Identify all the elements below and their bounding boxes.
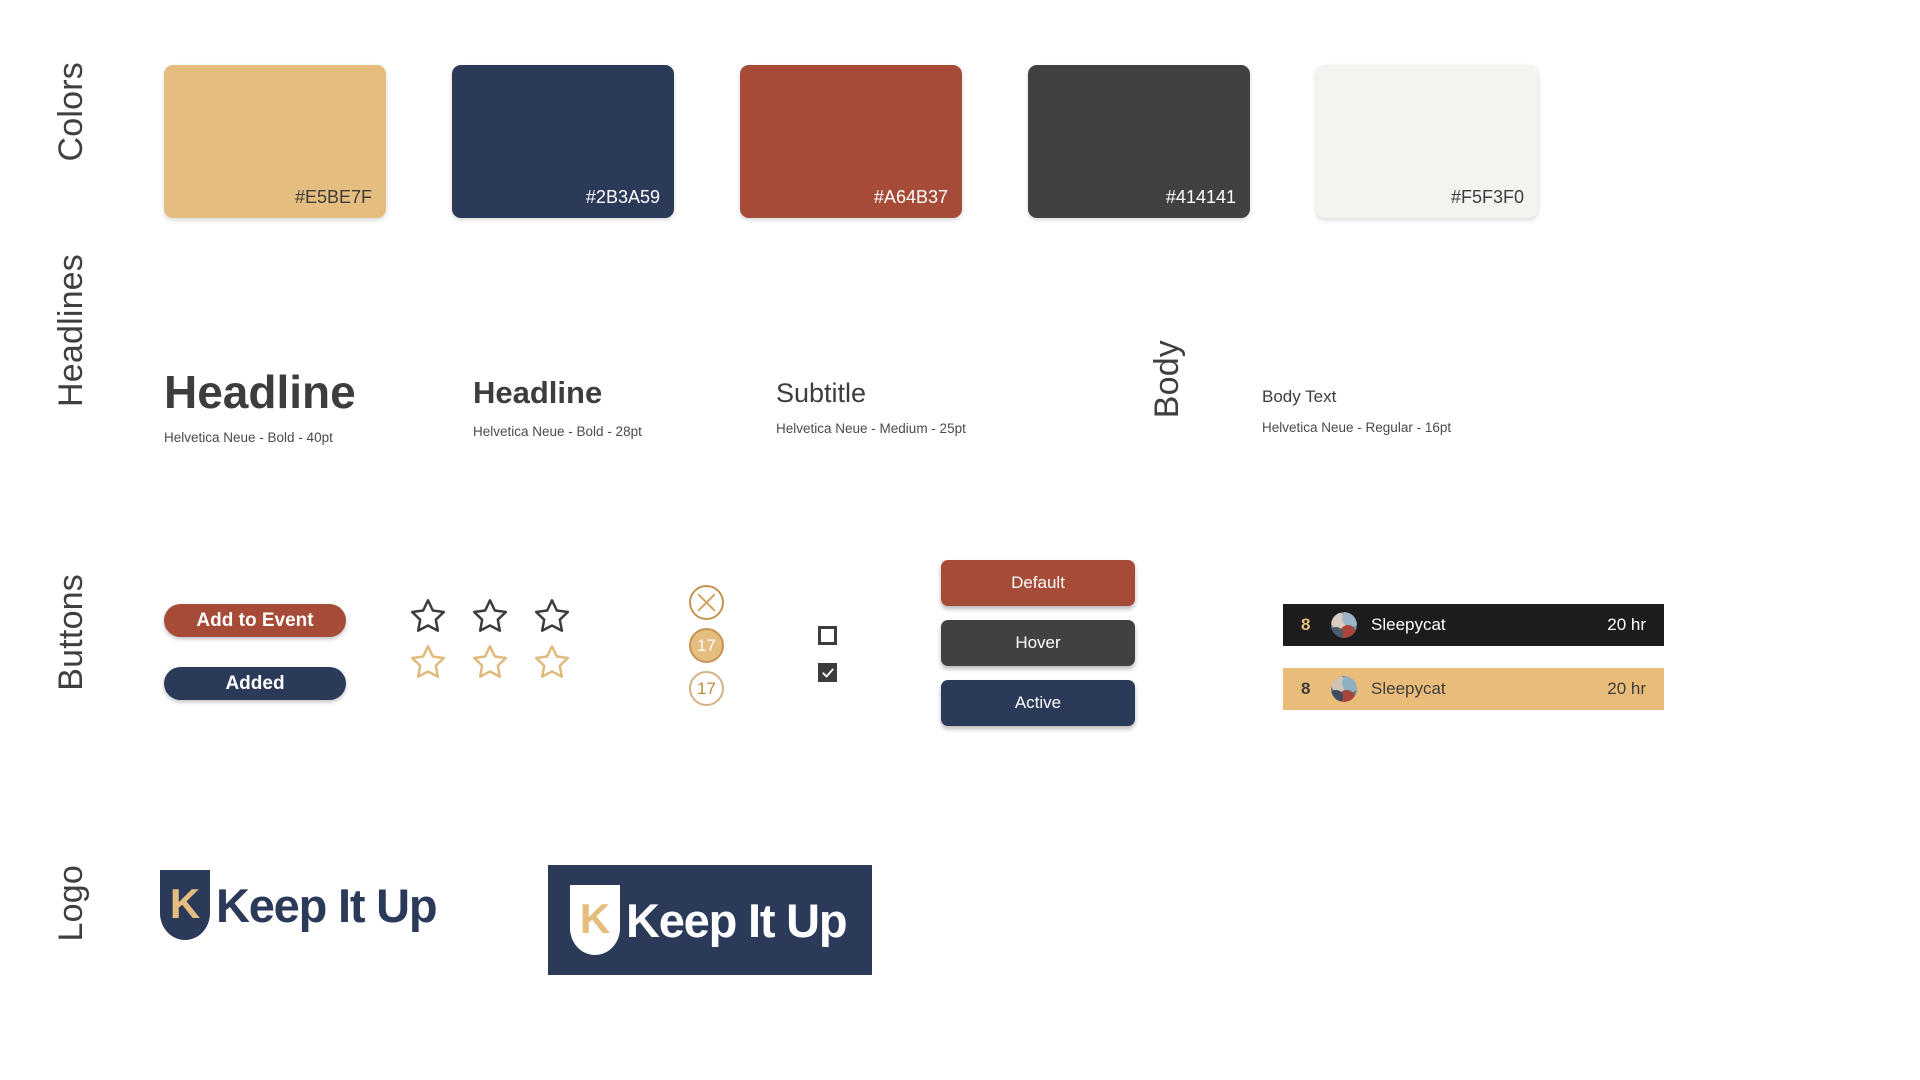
logo-wordmark: Keep It Up bbox=[216, 878, 438, 932]
color-swatch: #414141 bbox=[1028, 65, 1250, 218]
leaderboard-time: 20 hr bbox=[1607, 615, 1646, 634]
type-sample: Headline bbox=[473, 375, 603, 410]
leaderboard-row-gold[interactable]: 8 Sleepycat 20 hr bbox=[1283, 668, 1664, 710]
checkbox-unchecked[interactable] bbox=[818, 626, 837, 645]
type-spec: Helvetica Neue - Bold - 40pt bbox=[164, 430, 333, 446]
type-spec: Helvetica Neue - Medium - 25pt bbox=[776, 421, 966, 437]
star-rating-group bbox=[408, 596, 572, 682]
close-circle-icon[interactable] bbox=[689, 585, 724, 620]
leaderboard-preview: 8 Sleepycat 20 hr 8 Sleepycat 20 hr bbox=[1283, 604, 1664, 710]
star-gold-outline-icon[interactable] bbox=[408, 642, 448, 682]
counter-badge-group: 17 17 bbox=[689, 585, 724, 714]
button-state-active[interactable]: Active bbox=[941, 680, 1135, 726]
section-label-headlines: Headlines bbox=[52, 254, 90, 408]
leaderboard-rank: 8 bbox=[1301, 679, 1311, 698]
star-outline-icon[interactable] bbox=[470, 596, 510, 636]
star-gold-outline-icon[interactable] bbox=[532, 642, 572, 682]
added-button[interactable]: Added bbox=[164, 667, 346, 700]
type-specimen-subtitle-25: Subtitle Helvetica Neue - Medium - 25pt bbox=[776, 378, 966, 437]
add-to-event-button[interactable]: Add to Event bbox=[164, 604, 346, 637]
counter-badge-outline[interactable]: 17 bbox=[689, 671, 724, 706]
color-swatch: #A64B37 bbox=[740, 65, 962, 218]
star-outline-icon[interactable] bbox=[408, 596, 448, 636]
logo-inverse: K Keep It Up bbox=[548, 865, 873, 975]
logo-monogram-text: K bbox=[170, 880, 200, 927]
star-gold-outline-icon[interactable] bbox=[470, 642, 510, 682]
counter-badge-filled[interactable]: 17 bbox=[689, 628, 724, 663]
leaderboard-rank: 8 bbox=[1301, 615, 1311, 634]
star-row-gold bbox=[408, 642, 572, 682]
color-hex-label: #414141 bbox=[1165, 187, 1236, 207]
avatar-image bbox=[1331, 612, 1357, 638]
checkmark-icon bbox=[821, 668, 834, 677]
section-label-body: Body bbox=[1148, 340, 1186, 419]
avatar bbox=[1331, 676, 1357, 702]
logo-monogram-text: K bbox=[580, 895, 610, 942]
avatar bbox=[1331, 612, 1357, 638]
color-swatch: #2B3A59 bbox=[452, 65, 674, 218]
color-swatch: #F5F3F0 bbox=[1316, 65, 1538, 218]
color-hex-label: #E5BE7F bbox=[294, 187, 372, 207]
leaderboard-time: 20 hr bbox=[1607, 679, 1646, 698]
logo-primary: K Keep It Up bbox=[158, 868, 438, 942]
type-specimen-body-16: Body Text Helvetica Neue - Regular - 16p… bbox=[1262, 388, 1451, 435]
type-specimen-headline-40: Headline Helvetica Neue - Bold - 40pt bbox=[164, 366, 356, 446]
star-row-empty bbox=[408, 596, 572, 636]
style-guide-canvas: Colors Headlines Body Buttons Logo #E5BE… bbox=[0, 0, 1920, 1080]
leaderboard-name: Sleepycat bbox=[1371, 615, 1446, 634]
color-hex-label: #2B3A59 bbox=[585, 187, 660, 207]
avatar-image bbox=[1331, 676, 1357, 702]
color-hex-label: #F5F3F0 bbox=[1450, 187, 1524, 207]
color-swatch-row: #E5BE7F #2B3A59 #A64B37 #414141 #F5F3F0 bbox=[164, 65, 1538, 218]
button-state-hover[interactable]: Hover bbox=[941, 620, 1135, 666]
leaderboard-row-dark[interactable]: 8 Sleepycat 20 hr bbox=[1283, 604, 1664, 646]
color-swatch: #E5BE7F bbox=[164, 65, 386, 218]
checkbox-group bbox=[818, 626, 837, 700]
section-label-logo: Logo bbox=[52, 865, 90, 942]
type-specimen-headline-28: Headline Helvetica Neue - Bold - 28pt bbox=[473, 375, 642, 439]
type-spec: Helvetica Neue - Regular - 16pt bbox=[1262, 419, 1452, 435]
logo-wordmark: Keep It Up bbox=[626, 893, 848, 947]
checkbox-checked[interactable] bbox=[818, 663, 837, 682]
star-outline-icon[interactable] bbox=[532, 596, 572, 636]
button-state-default[interactable]: Default bbox=[941, 560, 1135, 606]
type-sample: Headline bbox=[164, 366, 356, 418]
type-spec: Helvetica Neue - Bold - 28pt bbox=[473, 423, 642, 439]
x-icon bbox=[697, 593, 716, 612]
leaderboard-name: Sleepycat bbox=[1371, 679, 1446, 698]
button-state-group: Default Hover Active bbox=[941, 560, 1135, 726]
type-sample: Subtitle bbox=[776, 378, 867, 408]
color-hex-label: #A64B37 bbox=[873, 187, 948, 207]
section-label-buttons: Buttons bbox=[52, 574, 90, 691]
type-sample: Body Text bbox=[1262, 387, 1337, 406]
shield-monogram-icon: K bbox=[570, 885, 620, 955]
shield-monogram-icon: K bbox=[160, 870, 210, 940]
section-label-colors: Colors bbox=[52, 62, 90, 162]
